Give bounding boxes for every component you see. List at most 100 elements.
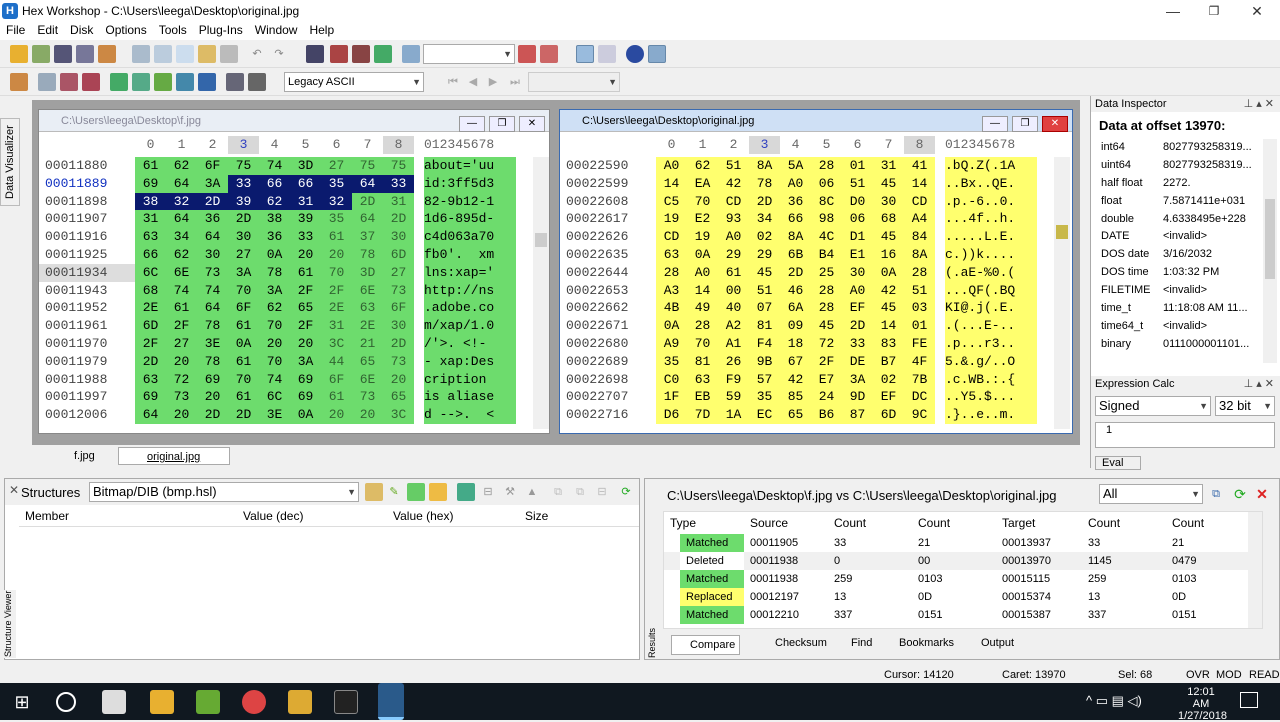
hex-byte[interactable]: 6E [166, 264, 197, 282]
inspector-row[interactable]: uint64 8027793258319... [1091, 157, 1263, 175]
signed-select[interactable]: Signed ▼ [1095, 396, 1211, 416]
hex-byte[interactable]: 74 [197, 282, 228, 300]
hex-byte[interactable]: A0 [842, 282, 873, 300]
col-value-hex[interactable]: Value (hex) [393, 505, 453, 527]
hex-byte[interactable]: 65 [780, 406, 811, 424]
properties-icon[interactable] [98, 45, 116, 63]
copy-struct-icon[interactable]: ⧉ [549, 483, 567, 501]
find-icon[interactable] [306, 45, 324, 63]
hex-byte[interactable]: 45 [873, 299, 904, 317]
hex-byte[interactable]: 4C [811, 228, 842, 246]
hex-byte[interactable]: 3C [383, 406, 414, 424]
hex-byte[interactable]: A1 [718, 335, 749, 353]
hex-byte[interactable]: 65 [383, 388, 414, 406]
replace-icon[interactable] [352, 45, 370, 63]
pane-close-button[interactable]: ✕ [519, 116, 545, 132]
hex-byte[interactable]: 81 [749, 317, 780, 335]
hex-byte[interactable]: 06 [811, 175, 842, 193]
hex-byte[interactable]: 20 [166, 353, 197, 371]
ascii-text[interactable]: .p...r3.. [945, 334, 1037, 353]
hex-byte[interactable]: 35 [321, 174, 352, 193]
hex-byte[interactable]: 39 [290, 210, 321, 228]
hex-byte[interactable]: 09 [780, 317, 811, 335]
chrome-icon[interactable] [242, 690, 266, 714]
collapse-icon[interactable]: ⊟ [593, 483, 611, 501]
hex-byte[interactable]: 6E [352, 371, 383, 389]
hex-byte[interactable]: 69 [197, 371, 228, 389]
hex-byte[interactable]: 35 [656, 353, 687, 371]
hex-byte[interactable]: 30 [842, 264, 873, 282]
hex-byte[interactable]: 36 [780, 193, 811, 211]
hex-byte[interactable]: 6D [873, 406, 904, 424]
print-icon[interactable] [76, 45, 94, 63]
hex-byte[interactable]: EC [749, 406, 780, 424]
hex-byte[interactable]: 85 [780, 388, 811, 406]
hex-byte[interactable]: 73 [383, 353, 414, 371]
ascii-text[interactable]: .....L.E. [945, 228, 1037, 246]
hex-byte[interactable]: 73 [197, 264, 228, 282]
hex-byte[interactable]: 02 [873, 371, 904, 389]
left-scrollbar[interactable] [533, 157, 549, 429]
menu-tools[interactable]: Tools [153, 22, 193, 38]
hex-byte[interactable]: 31 [321, 317, 352, 335]
hex-byte[interactable]: 6D [135, 317, 166, 335]
copy-results-icon[interactable]: ⧉ [1207, 485, 1225, 503]
inspector-row[interactable]: float 7.5871411e+031 [1091, 193, 1263, 211]
scroll-thumb[interactable] [1265, 199, 1275, 279]
ascii-text[interactable]: - xap:Des [424, 352, 516, 371]
results-col-header[interactable]: Count [1088, 516, 1120, 530]
hex-byte[interactable]: 78 [352, 246, 383, 264]
hex-byte[interactable]: 28 [811, 299, 842, 317]
inspector-row[interactable]: time_t 11:18:08 AM 11... [1091, 300, 1263, 318]
hex-byte[interactable]: 61 [166, 299, 197, 317]
plugin-icon[interactable] [626, 45, 644, 63]
hex-byte[interactable]: 51 [842, 175, 873, 193]
hex-byte[interactable]: 70 [228, 371, 259, 389]
hex-byte[interactable]: 14 [656, 175, 687, 193]
hex-byte[interactable]: 33 [383, 174, 414, 193]
hex-byte[interactable]: 14 [873, 317, 904, 335]
hex-byte[interactable]: 35 [321, 210, 352, 228]
hex-byte[interactable]: 61 [228, 388, 259, 406]
explorer-icon[interactable] [150, 690, 174, 714]
results-col-header[interactable]: Target [1002, 516, 1035, 530]
menu-plugins[interactable]: Plug-Ins [193, 22, 249, 38]
hex-byte[interactable]: 28 [811, 157, 842, 175]
hex-byte[interactable]: 63 [687, 371, 718, 389]
edit-structure-icon[interactable]: ✎ [385, 483, 403, 501]
hex-byte[interactable]: 31 [135, 210, 166, 228]
hex-byte[interactable]: B6 [811, 406, 842, 424]
hex-byte[interactable]: 14 [904, 175, 935, 193]
hex-byte[interactable]: F4 [749, 335, 780, 353]
hex-byte[interactable]: A0 [718, 228, 749, 246]
hex-byte[interactable]: 69 [290, 371, 321, 389]
ascii-text[interactable]: http://ns [424, 281, 516, 300]
hex-byte[interactable]: 62 [687, 157, 718, 175]
hex-byte[interactable]: E7 [811, 371, 842, 389]
refresh-icon[interactable]: ⟳ [617, 483, 635, 501]
menu-disk[interactable]: Disk [64, 22, 99, 38]
table-row[interactable]: Matched 00011938 259 0103 00015115 259 0103 [664, 570, 1254, 588]
hex-byte[interactable]: 64 [352, 210, 383, 228]
ascii-text[interactable]: (.aE-%0.( [945, 263, 1037, 282]
ascii-text[interactable]: ..Bx..QE. [945, 174, 1037, 193]
compare-files-icon[interactable] [82, 73, 100, 91]
mail-icon[interactable] [102, 690, 126, 714]
hex-byte[interactable]: 3A [290, 353, 321, 371]
results-scrollbar[interactable] [1248, 512, 1262, 628]
ascii-text[interactable]: .c.WB.:.{ [945, 370, 1037, 389]
hex-byte[interactable]: CD [656, 228, 687, 246]
hex-byte[interactable]: 69 [290, 388, 321, 406]
hex-byte[interactable]: 2D [197, 192, 228, 211]
hex-byte[interactable]: 30 [383, 317, 414, 335]
hex-byte[interactable]: 27 [383, 264, 414, 282]
structure-icon[interactable] [132, 73, 150, 91]
hex-byte[interactable]: 2E [321, 299, 352, 317]
copy-icon[interactable] [154, 45, 172, 63]
hex-byte[interactable]: 45 [749, 264, 780, 282]
hex-byte[interactable]: 2E [352, 317, 383, 335]
hex-byte[interactable]: 61 [228, 317, 259, 335]
hex-byte[interactable]: 61 [290, 264, 321, 282]
hex-byte[interactable]: 73 [383, 282, 414, 300]
hex-byte[interactable]: A0 [656, 157, 687, 175]
